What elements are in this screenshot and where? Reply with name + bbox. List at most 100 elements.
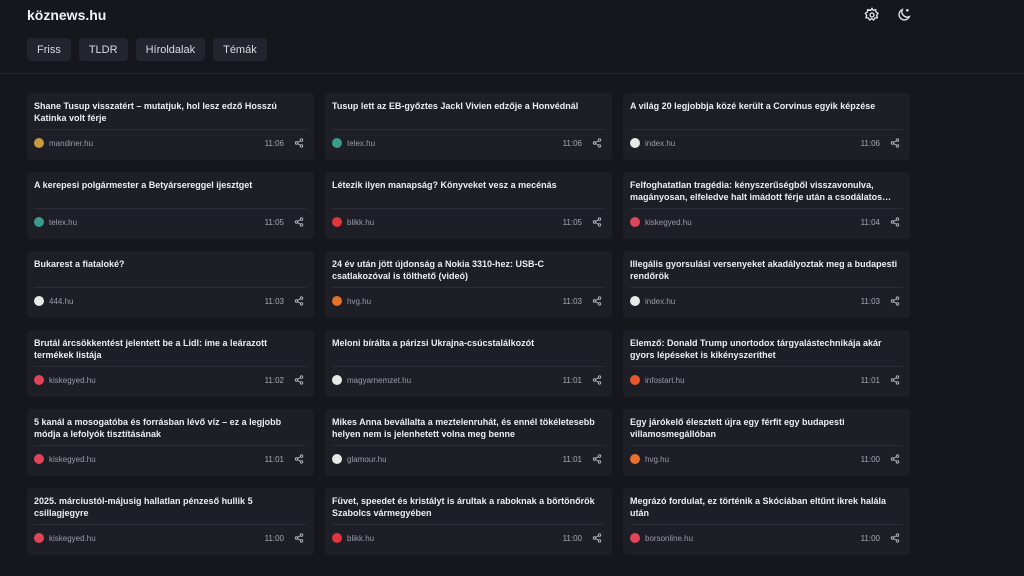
- publish-time: 11:03: [562, 296, 582, 306]
- article-card[interactable]: Illegális gyorsulási versenyeket akadály…: [623, 251, 910, 318]
- source-name[interactable]: telex.hu: [49, 218, 265, 227]
- source-name[interactable]: blikk.hu: [347, 534, 563, 543]
- source-name[interactable]: hvg.hu: [645, 455, 861, 464]
- publish-time: 11:03: [264, 296, 284, 306]
- article-title[interactable]: Shane Tusup visszatért – mutatjuk, hol l…: [34, 100, 307, 127]
- publish-time: 11:00: [860, 533, 880, 543]
- article-card[interactable]: Bukarest a fiataloké? 444.hu 11:03: [27, 251, 314, 318]
- tab-tldr[interactable]: TLDR: [78, 38, 128, 61]
- article-title[interactable]: 2025. márciustól-májusig hallatlan pénze…: [34, 495, 307, 522]
- source-name[interactable]: infostart.hu: [645, 376, 861, 385]
- article-title[interactable]: Meloni bírálta a párizsi Ukrajna-csúcsta…: [332, 337, 605, 364]
- tab-hiroldalak[interactable]: Híroldalak: [135, 38, 206, 61]
- card-footer: blikk.hu 11:05: [332, 215, 602, 229]
- article-title[interactable]: A kerepesi polgármester a Betyársereggel…: [34, 179, 307, 206]
- card-divider: [332, 366, 605, 367]
- card-divider: [630, 524, 903, 525]
- article-card[interactable]: 2025. márciustól-májusig hallatlan pénze…: [27, 488, 314, 555]
- article-title[interactable]: Egy járókelő élesztett újra egy férfit e…: [630, 416, 903, 443]
- share-icon[interactable]: [294, 138, 304, 148]
- publish-time: 11:05: [264, 217, 284, 227]
- article-title[interactable]: 24 év után jött újdonság a Nokia 3310-he…: [332, 258, 605, 285]
- source-name[interactable]: borsonline.hu: [645, 534, 861, 543]
- share-icon[interactable]: [890, 217, 900, 227]
- source-name[interactable]: kiskegyed.hu: [645, 218, 861, 227]
- share-icon[interactable]: [592, 217, 602, 227]
- tab-friss[interactable]: Friss: [27, 38, 71, 61]
- publish-time: 11:03: [860, 296, 880, 306]
- article-card[interactable]: Felfoghatatlan tragédia: kényszerűségből…: [623, 172, 910, 239]
- article-title[interactable]: Elemző: Donald Trump unortodox tárgyalás…: [630, 337, 903, 364]
- share-icon[interactable]: [294, 217, 304, 227]
- article-card[interactable]: Mikes Anna bevállalta a meztelenruhát, é…: [325, 409, 612, 476]
- share-icon[interactable]: [294, 375, 304, 385]
- share-icon[interactable]: [890, 375, 900, 385]
- card-footer: hvg.hu 11:00: [630, 452, 900, 466]
- card-footer: infostart.hu 11:01: [630, 373, 900, 387]
- source-name[interactable]: glamour.hu: [347, 455, 563, 464]
- card-footer: kiskegyed.hu 11:02: [34, 373, 304, 387]
- article-card[interactable]: Tusup lett az EB-győztes Jackl Vivien ed…: [325, 93, 612, 160]
- share-icon[interactable]: [890, 296, 900, 306]
- source-name[interactable]: index.hu: [645, 297, 861, 306]
- source-favicon-icon: [332, 138, 342, 148]
- publish-time: 11:00: [860, 454, 880, 464]
- share-icon[interactable]: [592, 138, 602, 148]
- share-icon[interactable]: [294, 296, 304, 306]
- card-divider: [34, 524, 307, 525]
- source-name[interactable]: kiskegyed.hu: [49, 534, 265, 543]
- share-icon[interactable]: [592, 533, 602, 543]
- share-icon[interactable]: [592, 454, 602, 464]
- article-card[interactable]: A világ 20 legjobbja közé került a Corvi…: [623, 93, 910, 160]
- article-title[interactable]: Brutál árcsökkentést jelentett be a Lidl…: [34, 337, 307, 364]
- article-card[interactable]: Létezik ilyen manapság? Könyveket vesz a…: [325, 172, 612, 239]
- article-card[interactable]: Brutál árcsökkentést jelentett be a Lidl…: [27, 330, 314, 397]
- source-name[interactable]: 444.hu: [49, 297, 265, 306]
- source-name[interactable]: magyarnemzet.hu: [347, 376, 563, 385]
- theme-toggle-icon[interactable]: [896, 7, 912, 23]
- article-title[interactable]: Illegális gyorsulási versenyeket akadály…: [630, 258, 903, 285]
- share-icon[interactable]: [294, 454, 304, 464]
- share-icon[interactable]: [890, 138, 900, 148]
- article-title[interactable]: Füvet, speedet és kristályt is árultak a…: [332, 495, 605, 522]
- article-card[interactable]: Füvet, speedet és kristályt is árultak a…: [325, 488, 612, 555]
- card-footer: mandiner.hu 11:06: [34, 136, 304, 150]
- settings-icon[interactable]: [864, 7, 880, 23]
- card-footer: index.hu 11:06: [630, 136, 900, 150]
- card-footer: kiskegyed.hu 11:04: [630, 215, 900, 229]
- article-card[interactable]: Elemző: Donald Trump unortodox tárgyalás…: [623, 330, 910, 397]
- site-logo[interactable]: köznews.hu: [27, 7, 106, 23]
- publish-time: 11:01: [264, 454, 284, 464]
- card-footer: telex.hu 11:05: [34, 215, 304, 229]
- article-title[interactable]: 5 kanál a mosogatóba és forrásban lévő v…: [34, 416, 307, 443]
- source-name[interactable]: blikk.hu: [347, 218, 563, 227]
- article-card[interactable]: Megrázó fordulat, ez történik a Skóciába…: [623, 488, 910, 555]
- share-icon[interactable]: [592, 296, 602, 306]
- tab-temak[interactable]: Témák: [213, 38, 267, 61]
- article-title[interactable]: Megrázó fordulat, ez történik a Skóciába…: [630, 495, 903, 522]
- article-title[interactable]: A világ 20 legjobbja közé került a Corvi…: [630, 100, 903, 127]
- share-icon[interactable]: [890, 454, 900, 464]
- article-card[interactable]: Shane Tusup visszatért – mutatjuk, hol l…: [27, 93, 314, 160]
- article-card[interactable]: Egy járókelő élesztett újra egy férfit e…: [623, 409, 910, 476]
- source-name[interactable]: kiskegyed.hu: [49, 455, 265, 464]
- card-divider: [332, 208, 605, 209]
- share-icon[interactable]: [890, 533, 900, 543]
- article-card[interactable]: Meloni bírálta a párizsi Ukrajna-csúcsta…: [325, 330, 612, 397]
- share-icon[interactable]: [294, 533, 304, 543]
- article-card[interactable]: 5 kanál a mosogatóba és forrásban lévő v…: [27, 409, 314, 476]
- article-title[interactable]: Létezik ilyen manapság? Könyveket vesz a…: [332, 179, 605, 206]
- article-card[interactable]: 24 év után jött újdonság a Nokia 3310-he…: [325, 251, 612, 318]
- share-icon[interactable]: [592, 375, 602, 385]
- source-name[interactable]: telex.hu: [347, 139, 563, 148]
- source-name[interactable]: hvg.hu: [347, 297, 563, 306]
- article-card[interactable]: A kerepesi polgármester a Betyársereggel…: [27, 172, 314, 239]
- source-name[interactable]: kiskegyed.hu: [49, 376, 265, 385]
- source-name[interactable]: mandiner.hu: [49, 139, 265, 148]
- source-name[interactable]: index.hu: [645, 139, 861, 148]
- article-title[interactable]: Felfoghatatlan tragédia: kényszerűségből…: [630, 179, 903, 206]
- publish-time: 11:06: [860, 138, 880, 148]
- article-title[interactable]: Bukarest a fiataloké?: [34, 258, 307, 285]
- article-title[interactable]: Tusup lett az EB-győztes Jackl Vivien ed…: [332, 100, 605, 127]
- article-title[interactable]: Mikes Anna bevállalta a meztelenruhát, é…: [332, 416, 605, 443]
